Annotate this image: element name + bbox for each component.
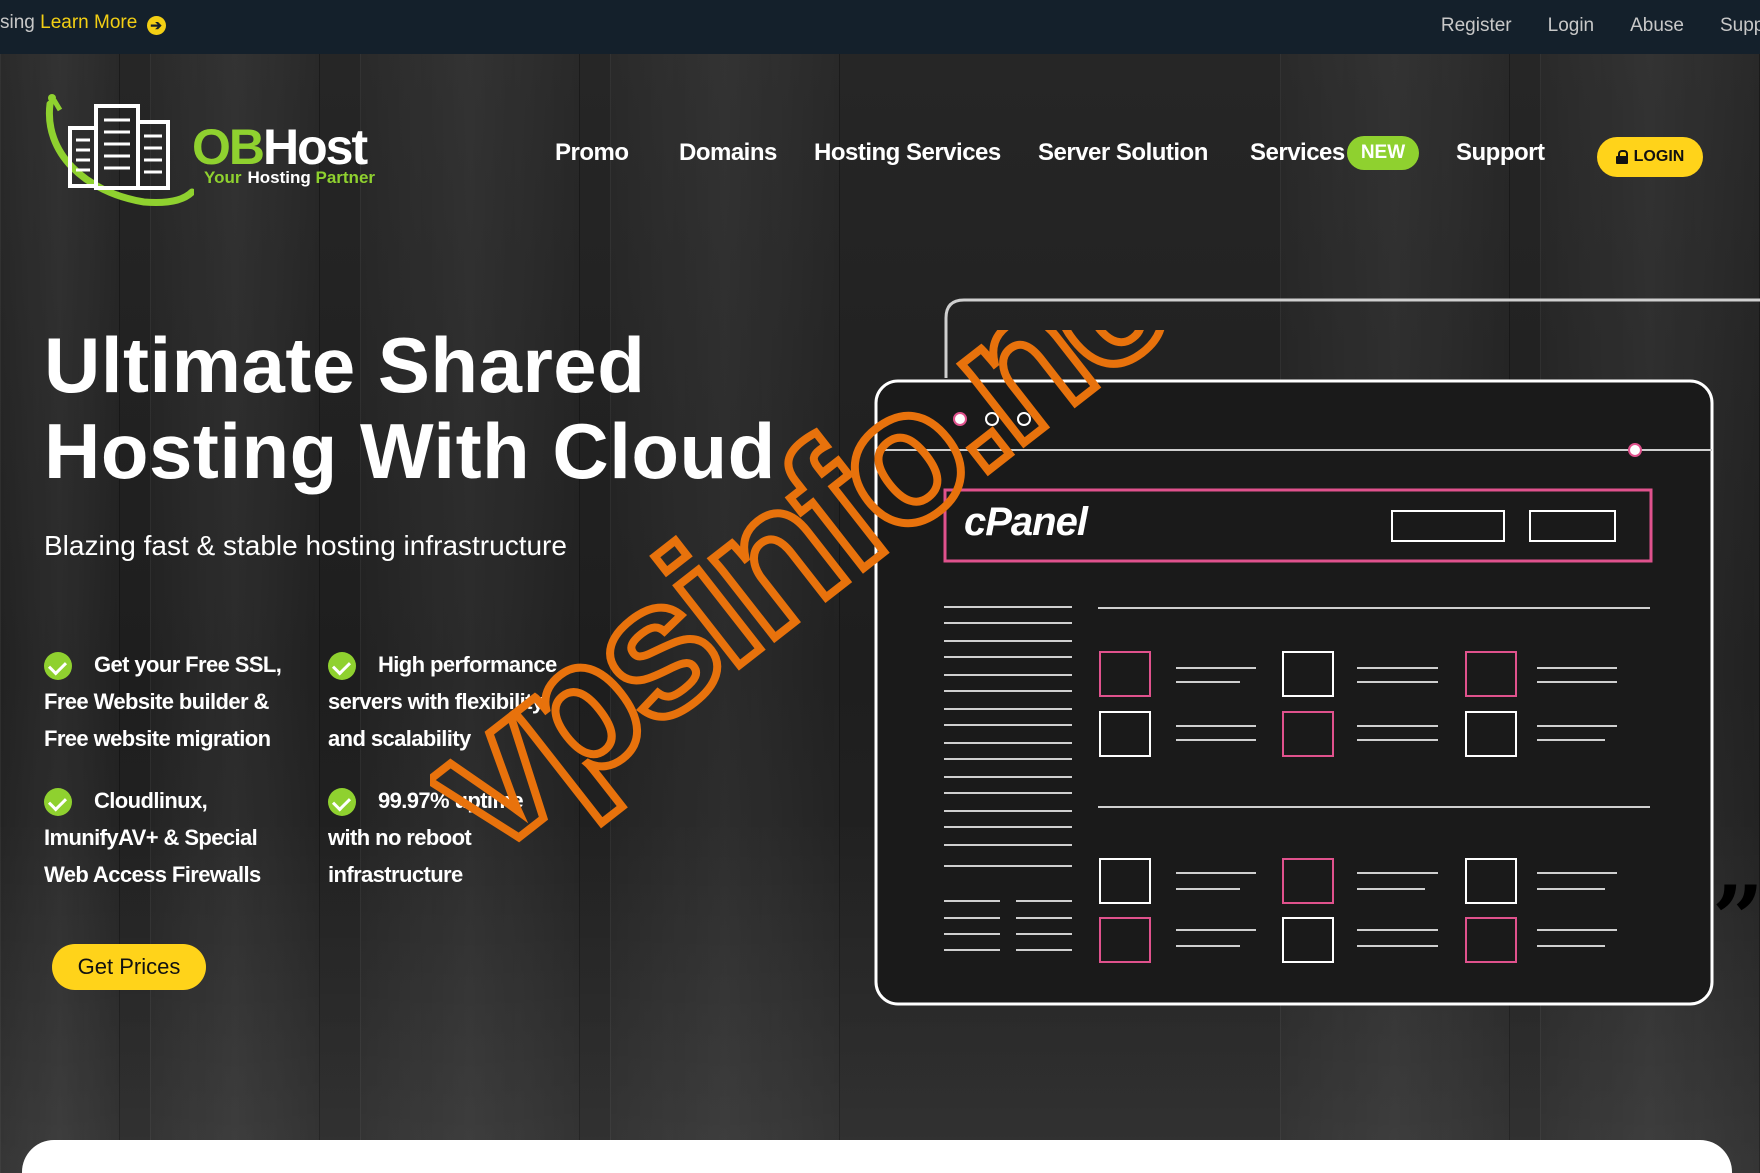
check-circle-icon <box>328 788 356 816</box>
announcement-text: sing <box>0 12 35 33</box>
feature-line: Web Access Firewalls <box>44 862 261 887</box>
logo-ob: OB <box>192 119 265 175</box>
top-link-support[interactable]: Supp <box>1720 15 1760 37</box>
circle-arrow-right-icon[interactable]: ➔ <box>146 16 166 35</box>
hero-subheadline: Blazing fast & stable hosting infrastruc… <box>44 530 567 561</box>
hero-headline: Ultimate Shared Hosting With Cloud <box>44 322 824 494</box>
headline-line-2: Hosting With Cloud <box>44 407 776 495</box>
headline-line-1: Ultimate Shared <box>44 321 646 409</box>
feature-item: High performance servers with flexibilit… <box>328 646 588 757</box>
feature-line: 99.97% uptime <box>378 788 524 813</box>
announcement: sing Learn More ➔ <box>0 12 166 35</box>
feature-line: ImunifyAV+ & Special <box>44 825 258 850</box>
feature-line: with no reboot <box>328 825 472 850</box>
nav-promo[interactable]: Promo <box>555 139 629 167</box>
feature-line: and scalability <box>328 726 471 751</box>
tagline-your: Your <box>204 168 242 187</box>
feature-line: Cloudlinux, <box>94 788 208 813</box>
logo-tagline: Your Hosting Partner <box>204 168 375 188</box>
top-link-register[interactable]: Register <box>1441 15 1512 37</box>
feature-line: High performance <box>378 652 557 677</box>
feature-item: Cloudlinux, ImunifyAV+ & Special Web Acc… <box>44 782 304 893</box>
obhost-logo[interactable]: OBHost Your Hosting Partner <box>44 92 384 207</box>
feature-line: infrastructure <box>328 862 463 887</box>
tagline-partner: Partner <box>315 168 376 187</box>
top-link-login[interactable]: Login <box>1548 15 1595 37</box>
top-announcement-bar: sing Learn More ➔ Register Login Abuse S… <box>0 0 1760 54</box>
login-button-label: LOGIN <box>1633 148 1685 165</box>
content-card-top <box>22 1140 1732 1173</box>
tagline-hosting: Hosting <box>247 168 311 187</box>
new-badge: NEW <box>1347 136 1419 170</box>
check-circle-icon <box>44 652 72 680</box>
feature-line: Free website migration <box>44 726 271 751</box>
nav-server-solution[interactable]: Server Solution <box>1038 139 1208 167</box>
check-circle-icon <box>328 652 356 680</box>
check-circle-icon <box>44 788 72 816</box>
top-link-abuse[interactable]: Abuse <box>1630 15 1684 37</box>
building-logo-icon <box>45 94 196 206</box>
nav-services[interactable]: Services <box>1250 139 1345 167</box>
feature-line: Get your Free SSL, <box>94 652 282 677</box>
logo-host: Host <box>263 119 368 175</box>
login-button[interactable]: LOGIN <box>1597 137 1703 177</box>
get-prices-button[interactable]: Get Prices <box>52 944 206 990</box>
top-links: Register Login Abuse Supp <box>1441 15 1760 37</box>
lock-icon <box>1615 150 1628 164</box>
nav-domains[interactable]: Domains <box>679 139 777 167</box>
hero-background <box>0 54 1760 1173</box>
feature-item: Get your Free SSL, Free Website builder … <box>44 646 304 757</box>
feature-item: 99.97% uptime with no reboot infrastruct… <box>328 782 588 893</box>
nav-hosting-services[interactable]: Hosting Services <box>814 139 1001 167</box>
learn-more-link[interactable]: Learn More <box>40 12 137 33</box>
feature-line: Free Website builder & <box>44 689 269 714</box>
feature-line: servers with flexibility <box>328 689 544 714</box>
nav-support[interactable]: Support <box>1456 139 1545 167</box>
